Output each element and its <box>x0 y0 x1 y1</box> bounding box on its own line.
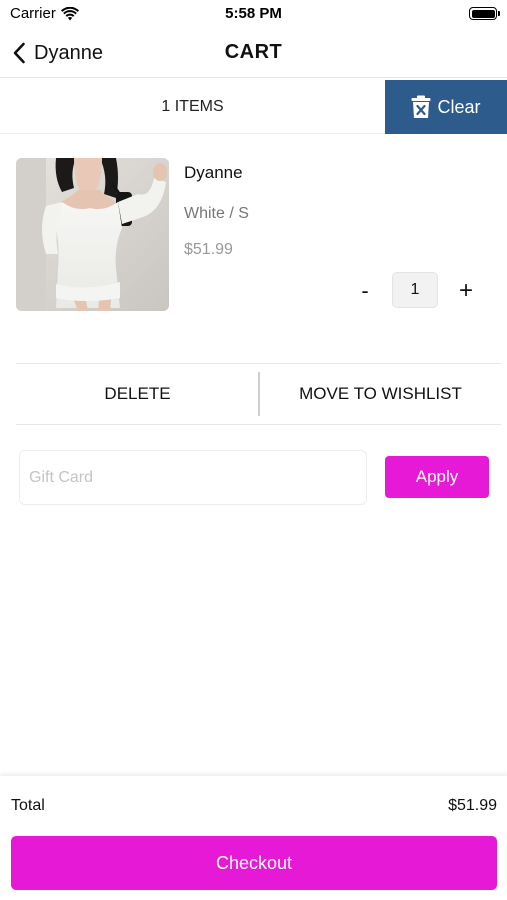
gift-card-input[interactable] <box>19 450 367 505</box>
total-value: $51.99 <box>448 797 497 814</box>
battery-icon <box>469 7 500 20</box>
quantity-decrease-button[interactable]: - <box>352 276 378 306</box>
clear-cart-button[interactable]: Clear <box>385 80 507 134</box>
total-label: Total <box>11 797 45 814</box>
quantity-increase-button[interactable]: + <box>453 276 479 306</box>
delete-button[interactable]: DELETE <box>16 364 259 424</box>
item-actions: DELETE MOVE TO WISHLIST <box>16 363 501 425</box>
checkout-button[interactable]: Checkout <box>11 836 497 890</box>
checkout-footer: Total $51.99 Checkout <box>0 776 507 900</box>
product-name: Dyanne <box>184 163 243 182</box>
product-variant: White / S <box>184 205 249 222</box>
trash-x-icon <box>411 95 431 118</box>
nav-bar: Dyanne CART <box>0 30 507 78</box>
status-bar: Carrier 5:58 PM <box>0 0 507 28</box>
product-image[interactable] <box>16 158 169 311</box>
clear-label: Clear <box>437 96 481 117</box>
cart-items-header: 1 ITEMS Clear <box>0 80 507 134</box>
move-to-wishlist-button[interactable]: MOVE TO WISHLIST <box>260 364 501 424</box>
product-photo <box>16 158 169 311</box>
apply-gift-card-button[interactable]: Apply <box>385 456 489 498</box>
page-title: CART <box>224 41 283 63</box>
items-count: 1 ITEMS <box>161 98 224 115</box>
product-price: $51.99 <box>184 241 233 258</box>
quantity-value[interactable]: 1 <box>392 272 438 308</box>
status-time: 5:58 PM <box>225 5 282 22</box>
